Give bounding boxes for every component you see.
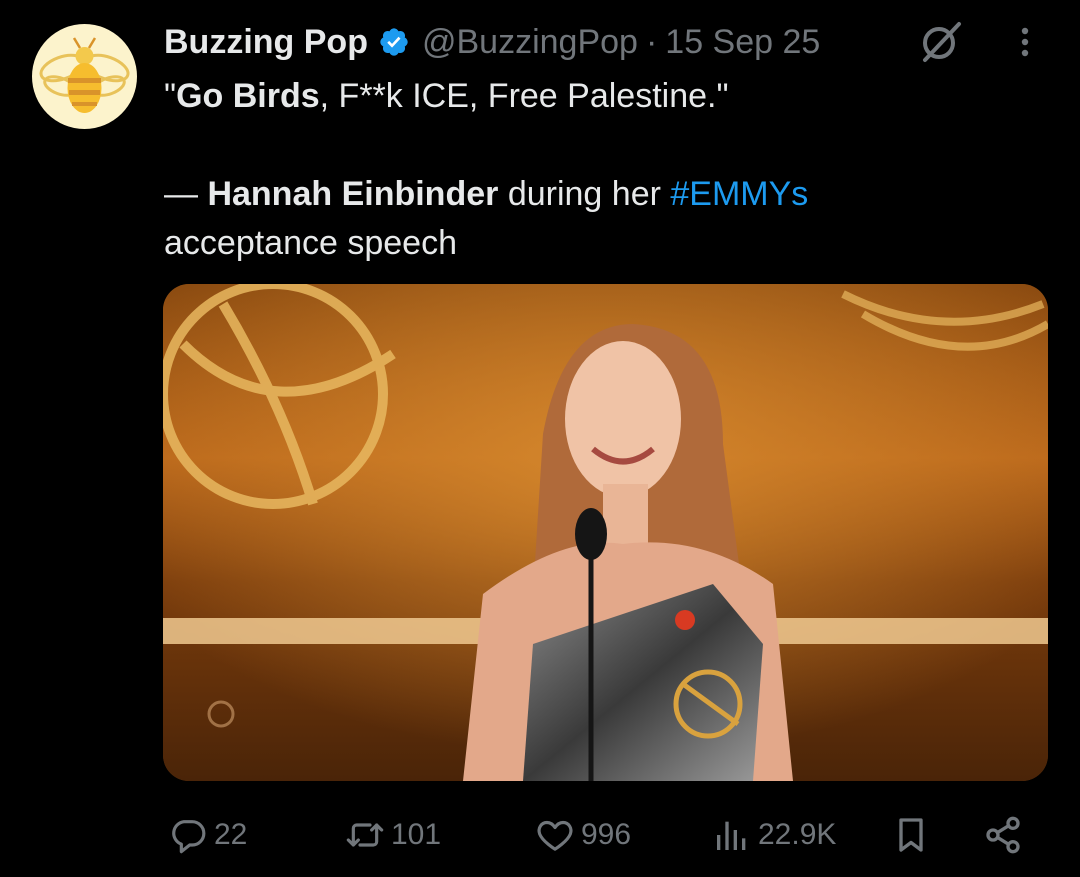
bee-icon — [39, 37, 130, 113]
more-options-icon[interactable] — [1005, 18, 1045, 66]
tweet-header: Buzzing Pop @BuzzingPop · 15 Sep 25 — [164, 18, 820, 66]
share-button[interactable] — [983, 805, 1023, 865]
reply-button[interactable]: 22 — [168, 805, 247, 865]
views-chart-icon — [712, 815, 752, 855]
bold-phrase: Go Birds — [176, 77, 320, 115]
em-dash: — — [164, 175, 208, 213]
bookmark-icon — [891, 815, 931, 855]
separator-dot: · — [645, 22, 658, 61]
tweet-text: "Go Birds, F**k ICE, Free Palestine." — … — [164, 72, 1044, 268]
hashtag-link[interactable]: #EMMYs — [670, 175, 808, 213]
tweet-timestamp[interactable]: 15 Sep 25 — [665, 23, 820, 62]
bookmark-button[interactable] — [891, 805, 931, 865]
attribution-middle: during her — [498, 175, 671, 213]
repost-count: 101 — [391, 818, 442, 851]
like-button[interactable]: 996 — [535, 805, 631, 865]
action-bar: 22 101 996 22.9K — [0, 805, 1080, 865]
tweet-text-line-3: acceptance speech — [164, 224, 457, 262]
tweet-text-line-2: — Hannah Einbinder during her #EMMYs — [164, 170, 1044, 219]
tweet-text-line-1: "Go Birds, F**k ICE, Free Palestine." — [164, 72, 1044, 121]
heart-icon — [535, 815, 575, 855]
views-count: 22.9K — [758, 818, 837, 851]
display-name[interactable]: Buzzing Pop — [164, 23, 368, 62]
quote-open: " — [164, 77, 177, 115]
quote-rest: , F**k ICE, Free Palestine." — [319, 77, 729, 115]
author-handle[interactable]: @BuzzingPop — [422, 23, 638, 62]
reply-icon — [168, 815, 208, 855]
repost-button[interactable]: 101 — [345, 805, 441, 865]
verified-badge-icon — [378, 26, 410, 58]
video-thumbnail[interactable] — [163, 284, 1048, 781]
reply-count: 22 — [214, 818, 248, 851]
grok-icon[interactable] — [917, 18, 965, 66]
views-button[interactable]: 22.9K — [712, 805, 836, 865]
repost-icon — [345, 815, 385, 855]
share-icon — [983, 815, 1023, 855]
like-count: 996 — [581, 818, 632, 851]
attribution-name: Hannah Einbinder — [207, 175, 499, 213]
avatar[interactable] — [32, 24, 137, 129]
